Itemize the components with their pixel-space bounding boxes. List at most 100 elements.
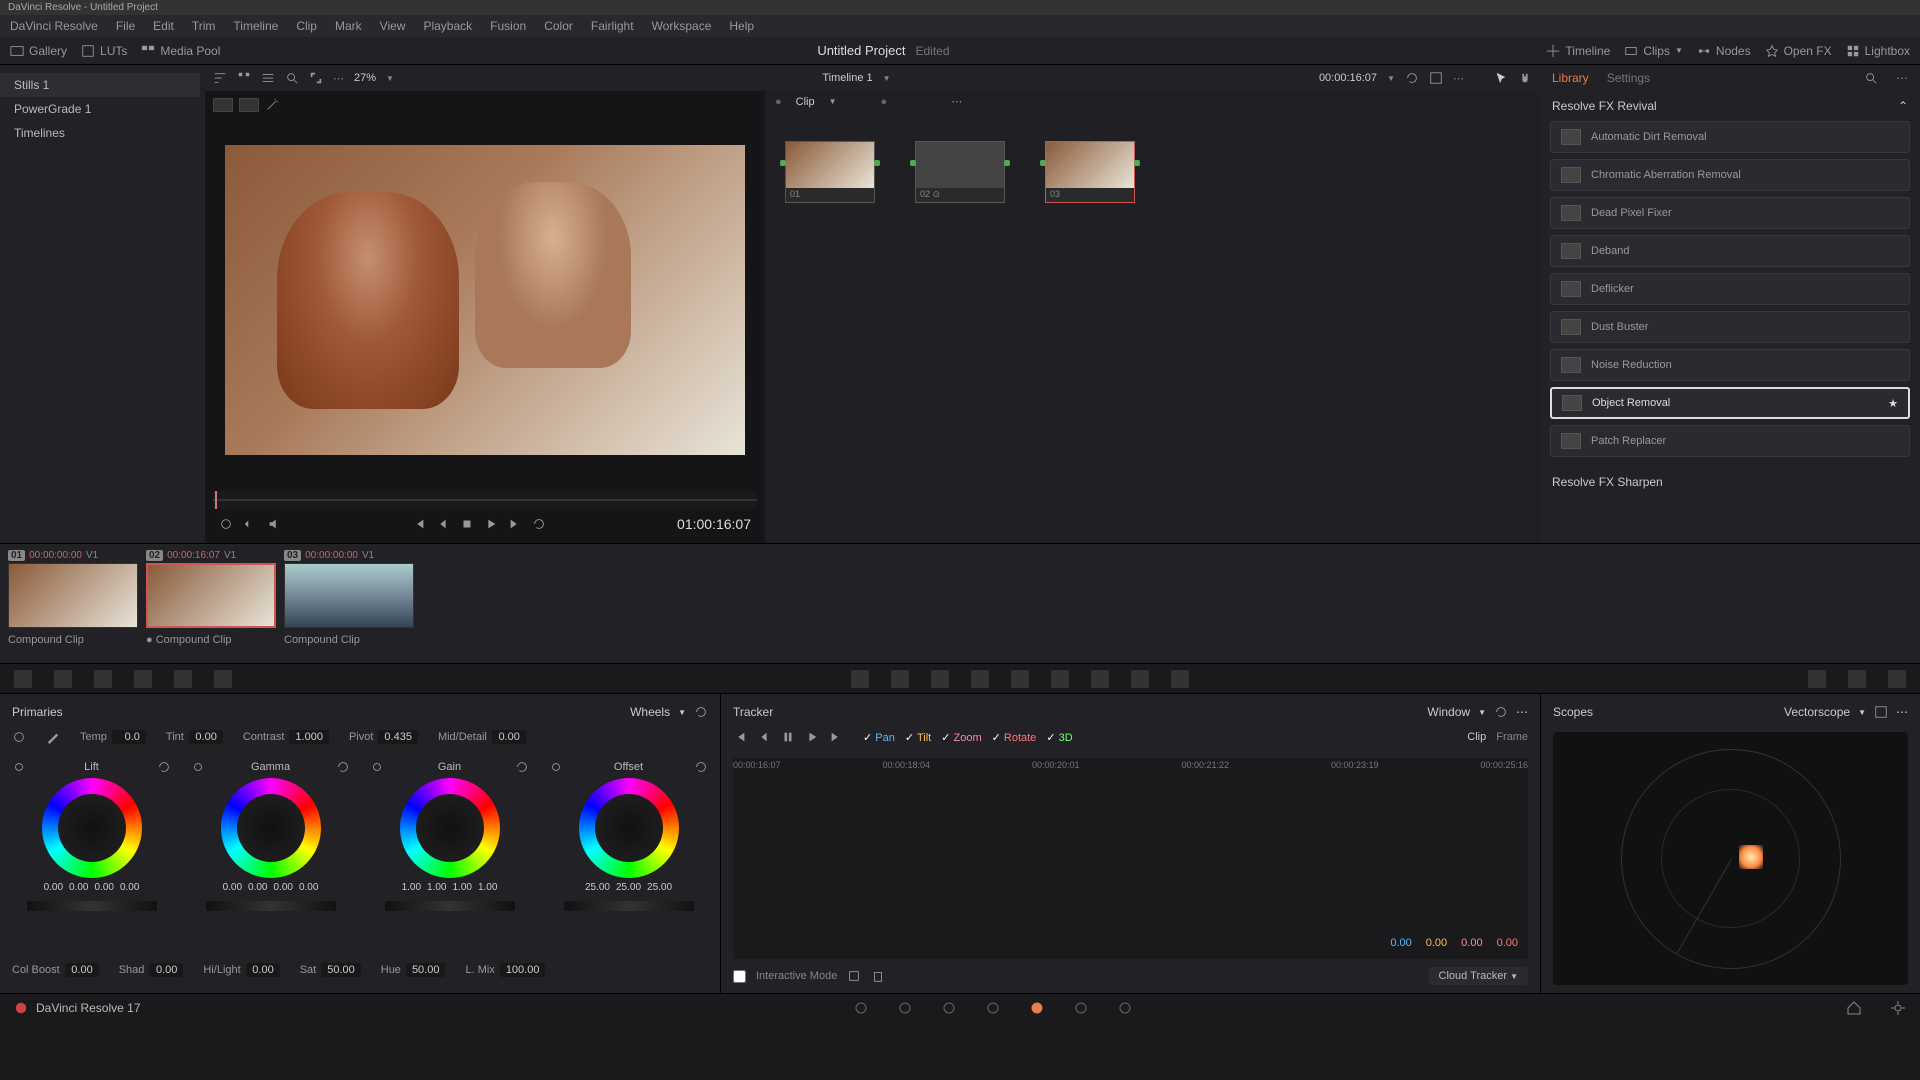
first-frame-icon[interactable] (412, 517, 426, 531)
fx-chromatic-aberration-removal[interactable]: Chromatic Aberration Removal (1550, 159, 1910, 191)
colorwheel-gamma[interactable] (221, 778, 321, 878)
menu-help[interactable]: Help (729, 19, 754, 33)
menu-trim[interactable]: Trim (192, 19, 216, 33)
clip-toggle[interactable]: Clip (1467, 731, 1486, 743)
expand2-icon[interactable] (1429, 71, 1443, 85)
grab-icon[interactable] (243, 517, 257, 531)
search-icon[interactable] (285, 71, 299, 85)
loop-icon[interactable] (1405, 71, 1419, 85)
fx-noise-reduction[interactable]: Noise Reduction (1550, 349, 1910, 381)
palette-icon-l-5[interactable] (214, 670, 232, 688)
page-fusion-icon[interactable] (985, 1000, 1001, 1016)
timelines-album[interactable]: Timelines (0, 121, 200, 145)
tracker-more-icon[interactable]: ⋯ (1516, 705, 1528, 719)
gallery-button[interactable]: Gallery (10, 44, 67, 58)
palette-icon-l-1[interactable] (54, 670, 72, 688)
home-icon[interactable] (1846, 1000, 1862, 1016)
check-zoom[interactable]: ✓ Zoom (941, 731, 981, 744)
timeline-button[interactable]: Timeline (1546, 44, 1610, 58)
node-01[interactable]: 01 (785, 141, 875, 203)
fx-object-removal[interactable]: Object Removal★ (1550, 387, 1910, 419)
interactive-checkbox[interactable] (733, 970, 746, 983)
palette-icon-c-4[interactable] (1011, 670, 1029, 688)
colorwheel-lift[interactable] (42, 778, 142, 878)
node-02[interactable]: 02 ⊙ (915, 141, 1005, 203)
play-icon[interactable] (484, 517, 498, 531)
palette-icon-c-1[interactable] (891, 670, 909, 688)
clip-01[interactable]: 0100:00:00:00V1Compound Clip (8, 550, 138, 646)
palette-icon-c-5[interactable] (1051, 670, 1069, 688)
menu-timeline[interactable]: Timeline (233, 19, 278, 33)
wheel-slider[interactable] (206, 901, 336, 911)
luts-button[interactable]: LUTs (81, 44, 127, 58)
stop-icon[interactable] (460, 517, 474, 531)
add-point-icon[interactable] (847, 969, 861, 983)
preview-image[interactable] (225, 145, 745, 455)
palette-icon-c-0[interactable] (851, 670, 869, 688)
fx-search-icon[interactable] (1864, 71, 1878, 85)
trk-prev-icon[interactable] (757, 730, 771, 744)
menu-fusion[interactable]: Fusion (490, 19, 526, 33)
mute-icon[interactable] (267, 517, 281, 531)
mediapool-button[interactable]: Media Pool (141, 44, 220, 58)
nodes-button[interactable]: Nodes (1697, 44, 1751, 58)
node-graph[interactable]: ● Clip ▼ ● ⋯ 0102 ⊙03 (765, 91, 1540, 543)
page-media-icon[interactable] (853, 1000, 869, 1016)
reset-icon[interactable] (694, 705, 708, 719)
cloud-tracker-select[interactable]: Cloud Tracker ▼ (1429, 967, 1528, 985)
wheel-reset-icon[interactable] (157, 760, 171, 774)
collapse-icon[interactable]: ⌃ (1898, 99, 1908, 113)
list-icon[interactable] (261, 71, 275, 85)
wheel-picker-icon[interactable] (12, 760, 26, 774)
prev-frame-icon[interactable] (436, 517, 450, 531)
palette-icon-r-2[interactable] (1888, 670, 1906, 688)
clip-03[interactable]: 0300:00:00:00V1Compound Clip (284, 550, 414, 646)
param-sat[interactable]: Sat50.00 (300, 963, 361, 977)
param-temp[interactable]: Temp0.0 (80, 730, 146, 744)
fx-patch-replacer[interactable]: Patch Replacer (1550, 425, 1910, 457)
trk-last-icon[interactable] (829, 730, 843, 744)
trk-play-icon[interactable] (805, 730, 819, 744)
del-point-icon[interactable] (871, 969, 885, 983)
viewer-tab-2[interactable] (239, 98, 259, 112)
loop2-icon[interactable] (532, 517, 546, 531)
page-fairlight-icon[interactable] (1073, 1000, 1089, 1016)
menu-edit[interactable]: Edit (153, 19, 174, 33)
library-tab[interactable]: Library (1552, 71, 1589, 85)
sort-icon[interactable] (213, 71, 227, 85)
clip-02[interactable]: 0200:00:16:07V1● Compound Clip (146, 550, 276, 646)
clips-button[interactable]: Clips▼ (1624, 44, 1683, 58)
wheel-slider[interactable] (385, 901, 515, 911)
bypass-icon[interactable] (219, 517, 233, 531)
colorwheel-gain[interactable] (400, 778, 500, 878)
wheel-picker-icon[interactable] (191, 760, 205, 774)
menu-playback[interactable]: Playback (423, 19, 472, 33)
palette-icon-l-2[interactable] (94, 670, 112, 688)
param-mid/detail[interactable]: Mid/Detail0.00 (438, 730, 526, 744)
hand-icon[interactable] (1518, 71, 1532, 85)
trk-pause-icon[interactable] (781, 730, 795, 744)
wheel-slider[interactable] (27, 901, 157, 911)
frame-toggle[interactable]: Frame (1496, 731, 1528, 743)
fx-dust-buster[interactable]: Dust Buster (1550, 311, 1910, 343)
palette-icon-c-8[interactable] (1171, 670, 1189, 688)
check-rotate[interactable]: ✓ Rotate (992, 731, 1037, 744)
picker-icon[interactable] (12, 730, 26, 744)
openfx-button[interactable]: Open FX (1765, 44, 1832, 58)
fx-deband[interactable]: Deband (1550, 235, 1910, 267)
page-color-icon[interactable] (1029, 1000, 1045, 1016)
wheels-mode[interactable]: Wheels (630, 705, 670, 719)
picker2-icon[interactable] (46, 730, 60, 744)
param-pivot[interactable]: Pivot0.435 (349, 730, 418, 744)
expand-icon[interactable] (309, 71, 323, 85)
param-contrast[interactable]: Contrast1.000 (243, 730, 329, 744)
check-3d[interactable]: ✓ 3D (1046, 731, 1072, 744)
page-cut-icon[interactable] (897, 1000, 913, 1016)
grid-icon[interactable] (237, 71, 251, 85)
palette-icon-c-3[interactable] (971, 670, 989, 688)
node-03[interactable]: 03 (1045, 141, 1135, 203)
wheel-picker-icon[interactable] (549, 760, 563, 774)
palette-icon-l-0[interactable] (14, 670, 32, 688)
palette-icon-r-1[interactable] (1848, 670, 1866, 688)
check-tilt[interactable]: ✓ Tilt (905, 731, 931, 744)
